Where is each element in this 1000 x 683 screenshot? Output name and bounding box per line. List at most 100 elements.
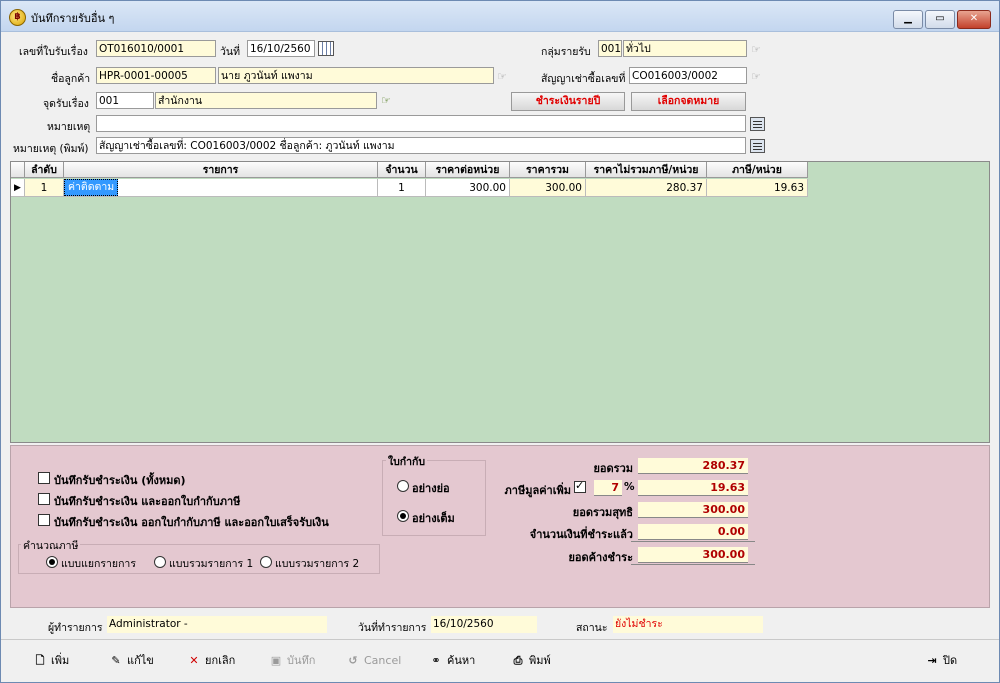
- note-edit-icon[interactable]: [750, 117, 765, 131]
- invoice-full-radio[interactable]: [397, 510, 409, 522]
- invoice-label: ใบกำกับ: [386, 453, 428, 470]
- column-header[interactable]: รายการ: [64, 162, 378, 178]
- save-pay-all-checkbox[interactable]: [38, 472, 50, 484]
- customer-name-field[interactable]: นาย ภูวนันท์ แพงาม: [218, 67, 494, 84]
- title-bar: ฿ บันทึกรายรับอื่น ๆ ▁ ▭ ✕: [1, 1, 999, 32]
- group-label: กลุ่มรายรับ: [541, 46, 591, 58]
- cancel-document-button[interactable]: ✕ ยกเลิก: [187, 651, 235, 671]
- lookup-hand-icon[interactable]: ☞: [751, 70, 766, 83]
- summary-panel: บันทึกรับชำระเงิน (ทั้งหมด) บันทึกรับชำร…: [10, 445, 990, 608]
- doc-no-field[interactable]: OT016010/0001: [96, 40, 216, 57]
- items-grid[interactable]: ลำดับ รายการ จำนวน ราคาต่อหน่วย ราคารวม …: [10, 161, 990, 443]
- table-cell[interactable]: 280.37: [586, 179, 707, 197]
- save-pay-tax-checkbox[interactable]: [38, 493, 50, 505]
- table-cell[interactable]: 1: [25, 179, 64, 197]
- cancel-button[interactable]: ↺ Cancel: [346, 651, 401, 671]
- invoice-full-label[interactable]: อย่างเต็ม: [412, 509, 455, 527]
- lookup-hand-icon[interactable]: ☞: [381, 94, 396, 107]
- paid-value: 0.00: [638, 524, 748, 540]
- tax-calc-combined2-radio[interactable]: [260, 556, 272, 568]
- date-made-value: 16/10/2560: [431, 616, 537, 633]
- table-cell[interactable]: 19.63: [707, 179, 808, 197]
- vat-value: 19.63: [638, 480, 748, 496]
- save-pay-tax-receipt-checkbox[interactable]: [38, 514, 50, 526]
- paid-label: จำนวนเงินที่ชำระแล้ว: [529, 528, 633, 541]
- close-button[interactable]: ⇥ ปิด: [925, 651, 957, 671]
- vat-label: ภาษีมูลค่าเพิ่ม: [504, 484, 571, 497]
- table-cell[interactable]: ค่าติดตาม: [64, 179, 378, 197]
- total-label: ยอดรวม: [593, 462, 633, 475]
- note-edit-icon[interactable]: [750, 139, 765, 153]
- table-cell[interactable]: 300.00: [426, 179, 510, 197]
- add-button[interactable]: 🗋 เพิ่ม: [33, 651, 70, 671]
- tax-calc-combined1-radio[interactable]: [154, 556, 166, 568]
- save-pay-all-label[interactable]: บันทึกรับชำระเงิน (ทั้งหมด): [54, 471, 186, 489]
- tax-calc-separate-radio[interactable]: [46, 556, 58, 568]
- vat-rate-field[interactable]: 7: [594, 480, 622, 496]
- date-field[interactable]: 16/10/2560: [247, 40, 315, 57]
- vat-checkbox[interactable]: [574, 479, 586, 493]
- tax-calc-option-label[interactable]: แบบแยกรายการ: [61, 555, 136, 572]
- net-value: 300.00: [638, 502, 748, 518]
- tax-calc-option-label[interactable]: แบบรวมรายการ 2: [275, 555, 359, 572]
- column-header[interactable]: ภาษี/หน่วย: [707, 162, 808, 178]
- choose-letter-button[interactable]: เลือกจดหมาย: [631, 92, 746, 111]
- calendar-icon[interactable]: [318, 41, 334, 56]
- column-header[interactable]: จำนวน: [378, 162, 426, 178]
- undo-icon: ↺: [348, 654, 358, 667]
- lookup-hand-icon[interactable]: ☞: [497, 70, 512, 83]
- net-label: ยอดรวมสุทธิ: [572, 506, 633, 519]
- exit-door-icon: ⇥: [927, 654, 937, 667]
- date-label: วันที่: [220, 46, 240, 58]
- save-pay-tax-receipt-label[interactable]: บันทึกรับชำระเงิน ออกใบกำกับภาษี และออกใ…: [54, 513, 329, 531]
- invoice-short-label[interactable]: อย่างย่อ: [412, 479, 450, 497]
- column-header[interactable]: ลำดับ: [25, 162, 64, 178]
- divider: [631, 564, 755, 565]
- group-name-field[interactable]: ทั่วไป: [623, 40, 747, 57]
- remark-label: หมายเหตุ: [47, 121, 91, 133]
- save-disk-icon: ▣: [270, 654, 282, 667]
- date-made-label: วันที่ทำรายการ: [358, 622, 427, 634]
- search-button[interactable]: ⚭ ค้นหา: [429, 651, 475, 671]
- customer-code-field[interactable]: HPR-0001-00005: [96, 67, 216, 84]
- outstanding-label: ยอดค้างชำระ: [568, 551, 633, 564]
- customer-label: ชื่อลูกค้า: [51, 73, 91, 85]
- point-code-field[interactable]: 001: [96, 92, 154, 109]
- invoice-short-radio[interactable]: [397, 480, 409, 492]
- selected-item-text[interactable]: ค่าติดตาม: [64, 179, 119, 196]
- state-label: สถานะ: [576, 622, 608, 634]
- save-pay-tax-label[interactable]: บันทึกรับชำระเงิน และออกใบกำกับภาษี: [54, 492, 240, 510]
- maximize-button[interactable]: ▭: [925, 10, 955, 29]
- remark-print-field[interactable]: สัญญาเช่าซื้อเลขที่: CO016003/0002 ชื่อล…: [96, 137, 746, 154]
- contract-label: สัญญาเช่าซื้อเลขที่: [541, 73, 626, 85]
- app-coin-icon: ฿: [9, 9, 26, 26]
- save-button[interactable]: ▣ บันทึก: [269, 651, 316, 671]
- grid-corner: [11, 162, 25, 178]
- column-header[interactable]: ราคารวม: [510, 162, 586, 178]
- tax-calc-option-label[interactable]: แบบรวมรายการ 1: [169, 555, 253, 572]
- point-label: จุดรับเรื่อง: [43, 98, 89, 110]
- edit-button[interactable]: ✎ แก้ไข: [109, 651, 153, 671]
- point-name-field[interactable]: สำนักงาน: [155, 92, 377, 109]
- tax-calc-label: คำนวณภาษี: [21, 537, 81, 554]
- doc-no-label: เลขที่ใบรับเรื่อง: [19, 46, 88, 58]
- printer-icon: ⎙: [513, 654, 523, 667]
- main-window: ฿ บันทึกรายรับอื่น ๆ ▁ ▭ ✕ เลขที่ใบรับเร…: [0, 0, 1000, 683]
- column-header[interactable]: ราคาต่อหน่วย: [426, 162, 510, 178]
- toolbar: 🗋 เพิ่ม ✎ แก้ไข ✕ ยกเลิก ▣ บันทึก ↺ Cancel ⚭ ค…: [1, 639, 999, 682]
- print-button[interactable]: ⎙ พิมพ์: [511, 651, 551, 671]
- close-window-button[interactable]: ✕: [957, 10, 991, 29]
- group-code-field[interactable]: 001: [598, 40, 622, 57]
- column-header[interactable]: ราคาไม่รวมภาษี/หน่วย: [586, 162, 707, 178]
- lookup-hand-icon[interactable]: ☞: [751, 43, 766, 56]
- remark-field[interactable]: [96, 115, 746, 132]
- pay-yearly-button[interactable]: ชำระเงินรายปี: [511, 92, 625, 111]
- table-cell[interactable]: 1: [378, 179, 426, 197]
- vat-unit-label: %: [624, 481, 635, 493]
- minimize-button[interactable]: ▁: [893, 10, 923, 29]
- window-title: บันทึกรายรับอื่น ๆ: [31, 12, 115, 25]
- table-cell[interactable]: 300.00: [510, 179, 586, 197]
- x-icon: ✕: [189, 654, 199, 667]
- contract-no-field[interactable]: CO016003/0002: [629, 67, 747, 84]
- user-label: ผู้ทำรายการ: [48, 622, 103, 634]
